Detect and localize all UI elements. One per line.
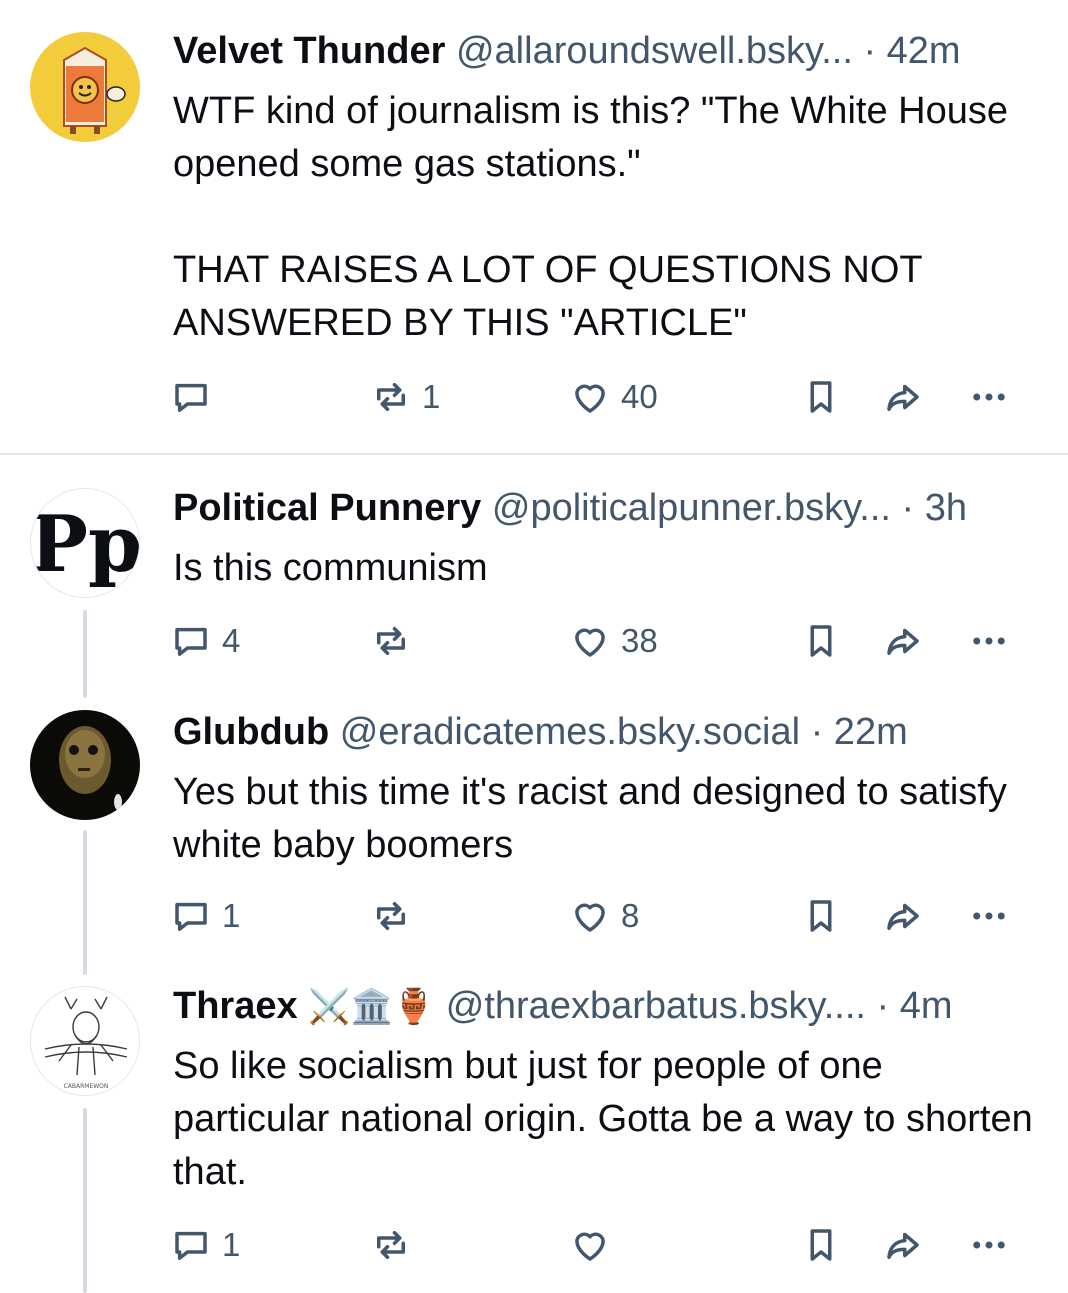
- bookmark-icon: [810, 381, 832, 413]
- like-button[interactable]: 38: [569, 616, 658, 666]
- bookmark-button[interactable]: [800, 372, 842, 422]
- share-button[interactable]: [882, 372, 924, 422]
- post-actions: 1 40: [0, 372, 1068, 422]
- post-text: So like socialism but just for people of…: [173, 1045, 1033, 1193]
- post-text: Yes but this time it's racist and design…: [173, 771, 1007, 866]
- heart-icon: [575, 903, 605, 932]
- reply-icon: [175, 383, 207, 412]
- ellipsis-icon: [973, 637, 1005, 645]
- share-button[interactable]: [882, 1220, 924, 1270]
- reply-icon: [175, 627, 207, 656]
- post-header: Velvet Thunder @allaroundswell.bsky... ·…: [173, 28, 1024, 74]
- share-button[interactable]: [882, 616, 924, 666]
- heart-icon: [575, 628, 605, 657]
- ellipsis-icon: [973, 912, 1005, 920]
- bookmark-button[interactable]: [800, 891, 842, 941]
- repost-icon: [377, 383, 405, 411]
- bookmark-button[interactable]: [800, 1220, 842, 1270]
- like-count: 40: [621, 378, 658, 415]
- post-thraex[interactable]: CABARMEWON Thraex ⚔️🏛️🏺 @thraexbarbatus.…: [0, 970, 1068, 1293]
- like-count: 38: [621, 622, 658, 659]
- like-count: 8: [621, 897, 640, 934]
- reply-count: 1: [222, 897, 241, 934]
- more-options-button[interactable]: [968, 372, 1010, 422]
- post-time[interactable]: · 22m: [811, 711, 908, 753]
- reply-button[interactable]: [170, 372, 222, 422]
- like-button[interactable]: [569, 1220, 621, 1270]
- avatar[interactable]: [30, 32, 140, 142]
- ellipsis-icon: [973, 393, 1005, 401]
- author-name[interactable]: Velvet Thunder: [173, 30, 445, 72]
- avatar-monogram: Pp: [31, 499, 140, 590]
- post-header: Thraex ⚔️🏛️🏺 @thraexbarbatus.bsky.... · …: [173, 983, 1024, 1030]
- repost-icon: [377, 1231, 405, 1259]
- more-options-button[interactable]: [968, 891, 1010, 941]
- post-glubdub[interactable]: Glubdub @eradicatemes.bsky.social · 22m …: [0, 690, 1068, 970]
- reply-count: 4: [222, 622, 241, 659]
- post-political-punnery[interactable]: Pp Political Punnery @politicalpunner.bs…: [0, 455, 1068, 690]
- post-velvet-thunder[interactable]: Velvet Thunder @allaroundswell.bsky... ·…: [0, 0, 1068, 455]
- name-emoji: ⚔️🏛️🏺: [308, 988, 436, 1026]
- reply-button[interactable]: 4: [170, 616, 240, 666]
- bookmark-icon: [810, 900, 832, 932]
- post-header: Glubdub @eradicatemes.bsky.social · 22m: [173, 709, 1024, 755]
- avatar[interactable]: Pp: [30, 488, 140, 598]
- author-handle[interactable]: @allaroundswell.bsky...: [456, 30, 853, 72]
- post-actions: 4 38: [0, 616, 1068, 666]
- more-options-button[interactable]: [968, 1220, 1010, 1270]
- more-options-button[interactable]: [968, 616, 1010, 666]
- reply-count: 1: [222, 1226, 241, 1263]
- author-handle[interactable]: @politicalpunner.bsky...: [492, 487, 891, 529]
- repost-icon: [377, 902, 405, 930]
- sketched-warrior-icon: CABARMEWON: [31, 987, 139, 1095]
- repost-button[interactable]: [370, 616, 422, 666]
- repost-button[interactable]: 1: [370, 372, 440, 422]
- bookmark-icon: [810, 625, 832, 657]
- share-button[interactable]: [882, 891, 924, 941]
- share-arrow-icon: [887, 1232, 919, 1259]
- repost-icon: [377, 627, 405, 655]
- post-text: Is this communism: [173, 547, 488, 589]
- heart-icon: [575, 384, 605, 413]
- post-actions: 1: [0, 1220, 1068, 1270]
- repost-count: 1: [422, 378, 441, 415]
- milk-carton-icon: [30, 32, 140, 142]
- author-handle[interactable]: @thraexbarbatus.bsky....: [446, 985, 866, 1027]
- share-arrow-icon: [887, 628, 919, 655]
- reply-button[interactable]: 1: [170, 891, 240, 941]
- reply-icon: [175, 902, 207, 931]
- post-header: Political Punnery @politicalpunner.bsky.…: [173, 485, 1024, 531]
- bookmark-icon: [810, 1229, 832, 1261]
- pp-monogram-icon: Pp: [31, 489, 140, 597]
- reply-button[interactable]: 1: [170, 1220, 240, 1270]
- avatar[interactable]: CABARMEWON: [30, 986, 140, 1096]
- author-handle[interactable]: @eradicatemes.bsky.social: [340, 711, 800, 753]
- post-text: WTF kind of journalism is this? "The Whi…: [173, 90, 1008, 344]
- ellipsis-icon: [973, 1241, 1005, 1249]
- avatar-caption: CABARMEWON: [64, 1083, 109, 1090]
- avatar[interactable]: [30, 710, 140, 820]
- share-arrow-icon: [887, 903, 919, 930]
- post-actions: 1 8: [0, 891, 1068, 941]
- post-time[interactable]: · 42m: [863, 30, 960, 72]
- dark-face-icon: [30, 710, 140, 820]
- bookmark-button[interactable]: [800, 616, 842, 666]
- reply-icon: [175, 1231, 207, 1260]
- post-time[interactable]: · 4m: [877, 985, 953, 1027]
- heart-icon: [575, 1232, 605, 1261]
- like-button[interactable]: 8: [569, 891, 639, 941]
- author-name[interactable]: Glubdub: [173, 711, 329, 753]
- repost-button[interactable]: [370, 891, 422, 941]
- share-arrow-icon: [887, 384, 919, 411]
- post-time[interactable]: · 3h: [902, 487, 967, 529]
- like-button[interactable]: 40: [569, 372, 658, 422]
- author-name[interactable]: Thraex: [173, 985, 298, 1027]
- repost-button[interactable]: [370, 1220, 422, 1270]
- author-name[interactable]: Political Punnery: [173, 487, 481, 529]
